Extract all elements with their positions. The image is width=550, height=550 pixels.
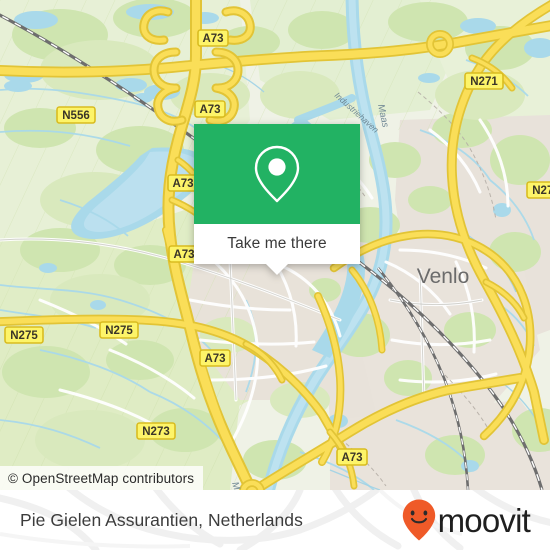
road-shield: A73 [199, 349, 231, 367]
road-shield: N275 [4, 326, 44, 344]
road-shield: A73 [336, 448, 368, 466]
road-shield: N556 [56, 106, 96, 124]
popup-header [194, 124, 360, 224]
road-shield: N271 [526, 181, 550, 199]
moovit-wordmark: moovit [437, 501, 531, 539]
road-shield-label: N556 [62, 110, 90, 122]
moovit-smiling-pin-icon [402, 499, 435, 541]
place-title: Pie Gielen Assurantien, Netherlands [20, 509, 303, 530]
map-popup-take-me-there[interactable]: Take me there [194, 124, 360, 275]
popup-action-row[interactable]: Take me there [194, 224, 360, 264]
road-shield-label: A73 [204, 353, 225, 365]
road-shield: A73 [197, 29, 229, 47]
road-shield-label: A73 [173, 249, 194, 261]
road-shield-label: N271 [532, 185, 550, 197]
osm-attribution[interactable]: © OpenStreetMap contributors [0, 466, 204, 490]
road-shield-label: N273 [142, 426, 170, 438]
city-labels: Venlo [417, 265, 470, 288]
popup-pointer [266, 264, 288, 275]
road-shield-label: A73 [172, 178, 193, 190]
road-shield-label: A73 [202, 33, 223, 45]
road-shield-label: A73 [199, 104, 220, 116]
road-shield-label: A73 [341, 452, 362, 464]
moovit-brand[interactable]: moovit [401, 498, 531, 542]
map-pin-icon [254, 145, 300, 203]
road-shield: N273 [136, 422, 176, 440]
city-label: Venlo [417, 265, 470, 288]
moovit-map-card: MaasIndustriehavenMaas Venlo A73A73A73A7… [0, 0, 550, 550]
road-shield-label: N275 [105, 325, 133, 337]
road-shield-label: N271 [470, 76, 498, 88]
road-shield: N275 [99, 321, 139, 339]
attribution-text: © OpenStreetMap contributors [8, 470, 195, 486]
road-shield: A73 [194, 100, 226, 118]
road-shield: N271 [464, 72, 504, 90]
footer-bar: Pie Gielen Assurantien, Netherlands moov… [0, 490, 550, 550]
take-me-there-label: Take me there [227, 235, 327, 252]
road-shield-label: N275 [10, 330, 38, 342]
